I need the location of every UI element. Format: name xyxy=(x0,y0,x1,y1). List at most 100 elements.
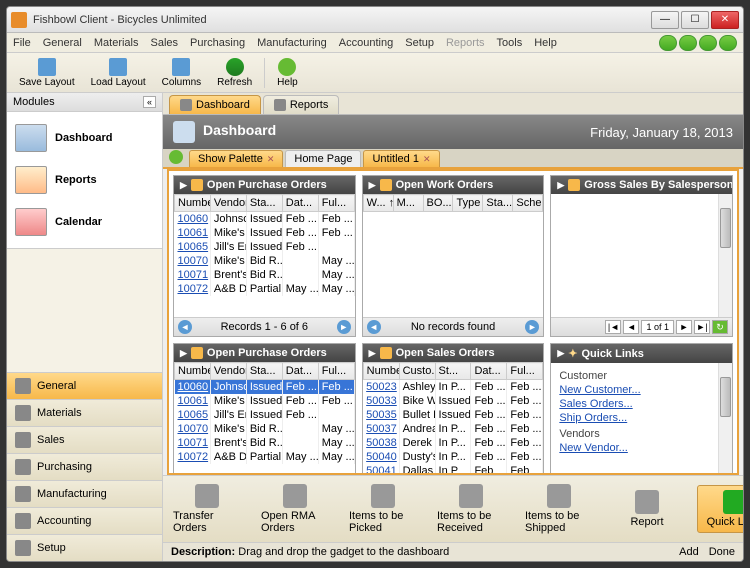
last-page-button[interactable]: ►| xyxy=(694,320,710,334)
nav-forward-button[interactable] xyxy=(679,35,697,51)
load-layout-button[interactable]: Load Layout xyxy=(85,56,152,90)
gadget-items-to-be-received[interactable]: Items to be Received xyxy=(433,480,509,538)
table-row[interactable]: 10061Mike's BikesIssuedFeb ...Feb ... xyxy=(175,394,355,408)
sidebar-item-sales[interactable]: Sales xyxy=(7,426,162,453)
column-header[interactable]: Sche... xyxy=(513,195,543,212)
column-header[interactable]: Ful... xyxy=(318,363,354,380)
quicklink[interactable]: Ship Orders... xyxy=(559,411,724,425)
prev-page-button[interactable]: ◄ xyxy=(623,320,639,334)
menu-materials[interactable]: Materials xyxy=(94,37,139,49)
menu-tools[interactable]: Tools xyxy=(497,37,523,49)
menu-purchasing[interactable]: Purchasing xyxy=(190,37,245,49)
column-header[interactable]: Number ↑ xyxy=(175,195,211,212)
quicklink[interactable]: Sales Orders... xyxy=(559,397,724,411)
nav-refresh-button[interactable] xyxy=(699,35,717,51)
close-icon[interactable]: ✕ xyxy=(267,154,275,165)
menu-accounting[interactable]: Accounting xyxy=(339,37,393,49)
table-row[interactable]: 10065Jill's Ener...IssuedFeb ... xyxy=(175,240,355,254)
home-page-tab[interactable]: Home Page xyxy=(285,150,361,167)
module-dashboard[interactable]: Dashboard xyxy=(11,120,158,156)
table-row[interactable]: 50038Derek D...In P...Feb ...Feb ... xyxy=(363,436,543,450)
column-header[interactable]: Ful... xyxy=(507,363,543,380)
sidebar-item-manufacturing[interactable]: Manufacturing xyxy=(7,480,162,507)
table-row[interactable]: 50041Dallas CIn PFebFeb xyxy=(363,464,543,475)
column-header[interactable]: W... ↑ xyxy=(363,195,393,212)
quicklink[interactable]: New Customer... xyxy=(559,383,724,397)
column-header[interactable]: Custo... xyxy=(399,363,435,380)
menu-file[interactable]: File xyxy=(13,37,31,49)
export-button[interactable]: ↻ xyxy=(712,320,728,334)
prev-page-button[interactable]: ◄ xyxy=(178,320,192,334)
table-row[interactable]: 10061Mike's BikesIssuedFeb ...Feb ... xyxy=(175,226,355,240)
sidebar-item-purchasing[interactable]: Purchasing xyxy=(7,453,162,480)
gadget-report[interactable]: Report xyxy=(609,486,685,532)
close-button[interactable]: ✕ xyxy=(711,11,739,29)
column-header[interactable]: Dat... xyxy=(282,363,318,380)
column-header[interactable]: Sta... xyxy=(246,195,282,212)
sidebar-item-setup[interactable]: Setup xyxy=(7,534,162,561)
sidebar-item-general[interactable]: General xyxy=(7,372,162,399)
menu-help[interactable]: Help xyxy=(534,37,557,49)
column-header[interactable]: Type xyxy=(453,195,483,212)
table-row[interactable]: 50035Bullet Bi...IssuedFeb ...Feb ... xyxy=(363,408,543,422)
module-calendar[interactable]: Calendar xyxy=(11,204,158,240)
first-page-button[interactable]: |◄ xyxy=(605,320,621,334)
gadget-items-to-be-shipped[interactable]: Items to be Shipped xyxy=(521,480,597,538)
next-page-button[interactable]: ► xyxy=(676,320,692,334)
column-header[interactable]: Number ↑ xyxy=(363,363,399,380)
menu-manufacturing[interactable]: Manufacturing xyxy=(257,37,327,49)
sidebar-item-accounting[interactable]: Accounting xyxy=(7,507,162,534)
menu-general[interactable]: General xyxy=(43,37,82,49)
next-page-button[interactable]: ► xyxy=(525,320,539,334)
column-header[interactable]: Number ↑ xyxy=(175,363,211,380)
table-row[interactable]: 10070Mike's BikesBid R...May ... xyxy=(175,422,355,436)
table-row[interactable]: 10060Johnson ...IssuedFeb ...Feb ... xyxy=(175,212,355,227)
table-row[interactable]: 50023Ashley ...In P...Feb ...Feb ... xyxy=(363,380,543,395)
gadget-open-rma-orders[interactable]: Open RMA Orders xyxy=(257,480,333,538)
column-header[interactable]: Ful... xyxy=(318,195,354,212)
next-page-button[interactable]: ► xyxy=(337,320,351,334)
column-header[interactable]: St... xyxy=(435,363,471,380)
done-link[interactable]: Done xyxy=(709,546,735,558)
nav-back-button[interactable] xyxy=(659,35,677,51)
column-header[interactable]: M... xyxy=(393,195,423,212)
maximize-button[interactable]: ☐ xyxy=(681,11,709,29)
prev-page-button[interactable]: ◄ xyxy=(367,320,381,334)
columns-button[interactable]: Columns xyxy=(156,56,207,90)
tab-reports[interactable]: Reports xyxy=(263,95,340,114)
sidebar-item-materials[interactable]: Materials xyxy=(7,399,162,426)
column-header[interactable]: Vendor ... xyxy=(210,195,246,212)
gadget-transfer-orders[interactable]: Transfer Orders xyxy=(169,480,245,538)
table-row[interactable]: 50033Bike WorldIssuedFeb ...Feb ... xyxy=(363,394,543,408)
close-icon[interactable]: ✕ xyxy=(423,154,431,165)
table-row[interactable]: 10065Jill's Ener...IssuedFeb ... xyxy=(175,408,355,422)
save-layout-button[interactable]: Save Layout xyxy=(13,56,81,90)
column-header[interactable]: Vendor ... xyxy=(210,363,246,380)
collapse-sidebar-button[interactable]: « xyxy=(143,96,156,108)
nav-home-button[interactable] xyxy=(719,35,737,51)
table-row[interactable]: 10072A&B Distr...PartialMay ...May ... xyxy=(175,450,355,464)
gadget-quick-links[interactable]: Quick Links xyxy=(697,485,743,533)
table-row[interactable]: 50037Andrea ...In P...Feb ...Feb ... xyxy=(363,422,543,436)
add-link[interactable]: Add xyxy=(679,546,699,558)
tab-dashboard[interactable]: Dashboard xyxy=(169,95,261,114)
help-button[interactable]: Help xyxy=(271,56,304,90)
add-tab-button[interactable] xyxy=(169,150,183,164)
table-row[interactable]: 10071Brent's Bi...Bid R...May ... xyxy=(175,268,355,282)
show-palette-tab[interactable]: Show Palette✕ xyxy=(189,150,283,167)
column-header[interactable]: Sta... xyxy=(483,195,513,212)
column-header[interactable]: Dat... xyxy=(471,363,507,380)
scrollbar[interactable] xyxy=(718,194,732,317)
gadget-items-to-be-picked[interactable]: Items to be Picked xyxy=(345,480,421,538)
column-header[interactable]: Dat... xyxy=(282,195,318,212)
scrollbar[interactable] xyxy=(718,363,732,475)
module-reports[interactable]: Reports xyxy=(11,162,158,198)
table-row[interactable]: 10072A&B Distr...PartialMay ...May ... xyxy=(175,282,355,296)
menu-setup[interactable]: Setup xyxy=(405,37,434,49)
minimize-button[interactable]: — xyxy=(651,11,679,29)
table-row[interactable]: 10060Johnson ...IssuedFeb ...Feb ... xyxy=(175,380,355,395)
refresh-button[interactable]: Refresh xyxy=(211,56,258,90)
column-header[interactable]: BO... xyxy=(423,195,453,212)
quicklink[interactable]: New Vendor... xyxy=(559,441,724,455)
table-row[interactable]: 50040Dusty's ...In P...Feb ...Feb ... xyxy=(363,450,543,464)
